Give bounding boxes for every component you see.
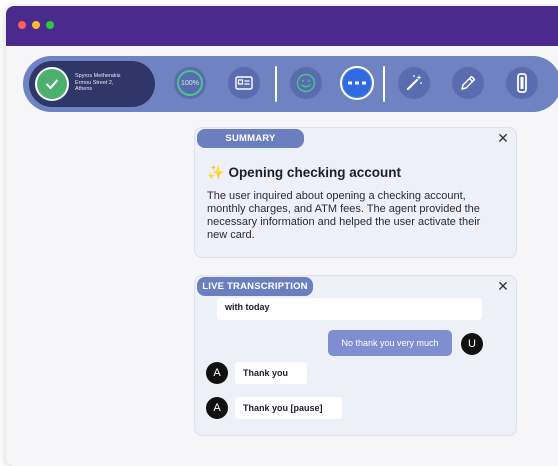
minimize-window-button[interactable] [32, 21, 40, 29]
check-icon [35, 67, 69, 101]
id-card-icon [235, 76, 253, 90]
smiley-icon [296, 73, 316, 93]
edit-button[interactable] [451, 66, 485, 100]
summary-tag: SUMMARY [197, 129, 304, 148]
summary-card: SUMMARY ✕ ✨ Opening checking account The… [194, 127, 517, 258]
id-card-button[interactable] [227, 66, 261, 100]
sentiment-button[interactable] [289, 66, 323, 100]
title-bar [6, 6, 558, 46]
agent-avatar: A [206, 397, 228, 419]
summary-title: Opening checking account [228, 165, 401, 180]
agent-address-line2: Athens [75, 86, 93, 92]
transcript-list[interactable]: with today No thank you very much U A Th… [195, 276, 516, 435]
maximize-window-button[interactable] [46, 21, 54, 29]
transcript-message: with today [217, 298, 482, 320]
transcript-message-agent: Thank you [235, 362, 307, 384]
summary-heading: ✨ Opening checking account [207, 164, 401, 181]
transcription-card: LIVE TRANSCRIPTION ✕ with today No thank… [194, 275, 517, 436]
user-avatar: U [461, 333, 483, 355]
agent-avatar: A [206, 362, 228, 384]
progress-ring: 100% [177, 70, 203, 96]
transcript-message-user: No thank you very much [328, 330, 452, 356]
agent-status-pill[interactable]: Spyros Metherakis Ermou Street 2, Athens [29, 61, 155, 107]
agent-name: Spyros Metherakis [75, 73, 121, 79]
agent-toolbar: Spyros Metherakis Ermou Street 2, Athens… [23, 56, 558, 112]
more-options-button[interactable] [340, 66, 374, 100]
toolbar-divider [275, 66, 277, 102]
transcript-message-agent: Thank you [pause] [235, 397, 342, 419]
dots-icon [348, 81, 366, 85]
magic-wand-button[interactable] [397, 66, 431, 100]
summary-body: The user inquired about opening a checki… [207, 190, 481, 241]
battery-button[interactable] [505, 66, 539, 100]
sparkle-icon: ✨ [207, 164, 225, 180]
app-window: Spyros Metherakis Ermou Street 2, Athens… [6, 6, 558, 466]
battery-icon [517, 73, 527, 93]
agent-info: Spyros Metherakis Ermou Street 2, Athens [75, 73, 121, 93]
toolbar-divider [383, 66, 385, 102]
magic-wand-icon [406, 75, 422, 91]
close-icon[interactable]: ✕ [496, 131, 510, 145]
pencil-icon [461, 75, 476, 90]
close-window-button[interactable] [18, 21, 26, 29]
progress-button[interactable]: 100% [173, 66, 207, 100]
